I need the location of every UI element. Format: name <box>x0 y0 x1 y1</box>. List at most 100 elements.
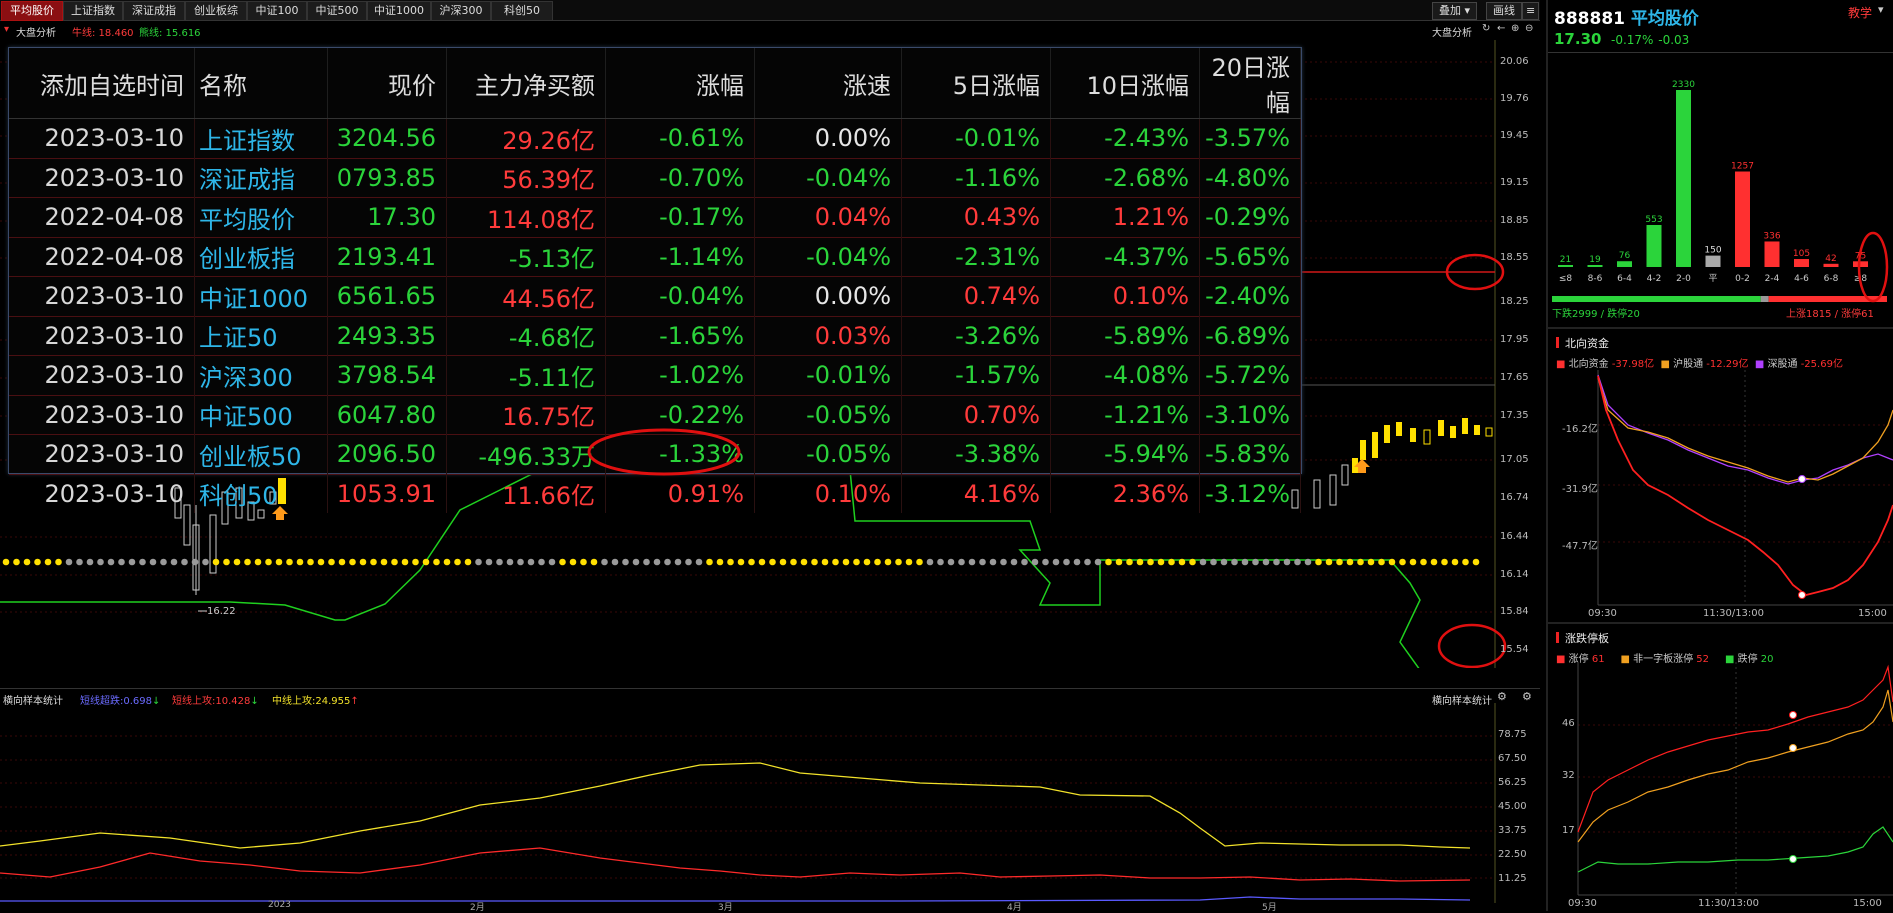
signal-dot <box>1304 558 1312 566</box>
bar-value-label: 553 <box>1645 215 1662 225</box>
signal-dot <box>1115 558 1123 566</box>
table-row[interactable]: 2022-04-08 平均股价 17.30 114.08亿 -0.17% 0.04% 0.4… <box>9 197 1301 237</box>
change-5d-cell: -0.01% <box>901 118 1051 158</box>
distribution-bar <box>1646 224 1662 267</box>
bar-value-label: 21 <box>1560 255 1571 265</box>
name-cell: 深证成指 <box>194 157 328 198</box>
tab-avg-price[interactable]: 平均股价 <box>1 1 63 21</box>
signal-dot <box>611 558 619 566</box>
tab-csi100[interactable]: 中证100 <box>247 1 307 21</box>
bar-value-label: 19 <box>1589 255 1601 265</box>
change-20d-cell: -6.89% <box>1199 315 1301 356</box>
change-20d-cell: -4.80% <box>1199 157 1301 198</box>
table-row[interactable]: 2022-04-08 创业板指 2193.41 -5.13亿 -1.14% -0.04% -… <box>9 236 1301 277</box>
signal-dot <box>181 558 188 566</box>
net-buy-cell: 44.56亿 <box>446 276 606 316</box>
signal-dot <box>1367 558 1375 566</box>
signal-dot <box>191 558 199 566</box>
tab-csi1000[interactable]: 中证1000 <box>367 1 431 21</box>
signal-dot <box>937 558 944 566</box>
limit-axis-label: 17 <box>1562 825 1575 836</box>
tab-star50[interactable]: 科创50 <box>491 1 553 21</box>
name-cell: 创业板50 <box>194 434 328 474</box>
price-cell: 3204.56 <box>327 118 447 158</box>
price-cell: 1053.91 <box>327 473 447 513</box>
table-row[interactable]: 2023-03-10 中证1000 6561.65 44.56亿 -0.04% 0.00%… <box>9 276 1301 316</box>
collapse-icon[interactable]: ▾ <box>4 24 9 35</box>
rise-fall-distribution-chart: 21 ≤8 19 8-6 76 6-4 553 4-2 2330 2-0 150 平 1257 0-2 33… <box>1552 80 1889 303</box>
speed-cell: 0.00% <box>754 118 902 158</box>
zoom-out-icon[interactable]: ⊖ <box>1525 23 1533 34</box>
low-price-label: 16.22 <box>207 606 236 617</box>
table-row[interactable]: 2023-03-10 上证指数 3204.56 29.26亿 -0.61% 0.00% -0… <box>9 118 1301 158</box>
change-10d-cell: -2.68% <box>1050 157 1200 198</box>
col-net-buy[interactable]: 主力净买额 <box>446 48 606 119</box>
change-5d-cell: 0.43% <box>901 197 1051 237</box>
right-side-panel: 888881 平均股价 教学 ▾ 17.30 -0.17% -0.03 21 ≤8… <box>1546 0 1893 911</box>
col-5d[interactable]: 5日涨幅 <box>901 48 1051 119</box>
signal-dot <box>832 558 839 566</box>
col-10d[interactable]: 10日涨幅 <box>1050 48 1200 119</box>
signal-dot <box>737 558 745 566</box>
zoom-in-icon[interactable]: ⊕ <box>1511 23 1519 34</box>
tab-hs300[interactable]: 沪深300 <box>431 1 491 21</box>
dropdown-icon[interactable]: ▾ <box>1878 3 1884 16</box>
signal-dot <box>65 558 73 566</box>
name-cell: 沪深300 <box>194 355 328 395</box>
signal-dot <box>559 558 566 566</box>
signal-dot <box>1462 558 1469 566</box>
table-row[interactable]: 2023-03-10 科创50 1053.91 11.66亿 0.91% 0.10% 4.1… <box>9 473 1301 513</box>
col-added-time[interactable]: 添加自选时间 <box>9 48 195 119</box>
table-row[interactable]: 2023-03-10 沪深300 3798.54 -5.11亿 -1.02% -0.01%… <box>9 355 1301 395</box>
change-20d-cell: -0.29% <box>1199 197 1301 237</box>
table-row[interactable]: 2023-03-10 深证成指 0793.85 56.39亿 -0.70% -0.04% -… <box>9 157 1301 198</box>
tab-csi500[interactable]: 中证500 <box>307 1 367 21</box>
table-row[interactable]: 2023-03-10 上证50 2493.35 -4.68亿 -1.65% 0.03% -3… <box>9 315 1301 356</box>
signal-dot <box>853 558 860 566</box>
col-speed[interactable]: 涨速 <box>754 48 902 119</box>
limit-time-label: 11:30/13:00 <box>1698 898 1760 909</box>
col-change[interactable]: 涨幅 <box>605 48 755 119</box>
change-20d-cell: -5.72% <box>1199 355 1301 395</box>
name-cell: 中证500 <box>194 394 328 435</box>
watchlist-overlay-table[interactable]: 添加自选时间 名称 现价 主力净买额 涨幅 涨速 5日涨幅 10日涨幅 20日涨… <box>8 47 1302 513</box>
signal-dot <box>1451 558 1459 566</box>
signal-dot <box>926 558 934 566</box>
settings-icon-2[interactable]: ⚙ <box>1522 690 1532 703</box>
menu-icon[interactable]: ≡ <box>1522 2 1540 20</box>
back-icon[interactable]: ← <box>1497 23 1505 34</box>
name-cell: 科创50 <box>194 473 328 513</box>
tab-chinext[interactable]: 创业板综 <box>185 1 247 21</box>
signal-dot <box>548 558 556 566</box>
bar-category-label: 4-6 <box>1794 274 1809 284</box>
col-name[interactable]: 名称 <box>194 48 328 119</box>
change-cell: 0.91% <box>605 473 755 513</box>
sample-stat-panel[interactable]: 横向样本统计 短线超跌:0.698↓ 短线上攻:10.428↓ 中线上攻:24.… <box>0 688 1540 913</box>
refresh-icon[interactable]: ↻ <box>1482 23 1490 34</box>
distribution-bar <box>1676 90 1691 267</box>
overlay-button[interactable]: 叠加 ▾ <box>1432 2 1478 20</box>
signal-dot <box>905 558 913 566</box>
tab-shenzhen[interactable]: 深证成指 <box>123 1 185 21</box>
change-cell: -1.65% <box>605 315 755 356</box>
added-time-cell: 2023-03-10 <box>9 434 195 474</box>
col-20d[interactable]: 20日涨幅 <box>1199 48 1301 119</box>
settings-icon[interactable]: ⚙ <box>1497 690 1507 703</box>
signal-dot <box>34 558 41 566</box>
signal-dot <box>1294 558 1301 566</box>
signal-dot <box>1252 558 1259 566</box>
signal-dot <box>622 558 629 566</box>
tab-shanghai[interactable]: 上证指数 <box>63 1 123 21</box>
signal-dot <box>1021 558 1028 566</box>
draw-button[interactable]: 画线 <box>1486 2 1522 20</box>
col-price[interactable]: 现价 <box>327 48 447 119</box>
teach-link[interactable]: 教学 <box>1848 4 1872 21</box>
signal-dot <box>1220 558 1228 566</box>
signal-dot <box>454 558 461 566</box>
net-buy-cell: -5.11亿 <box>446 355 606 395</box>
signal-dot <box>1157 558 1165 566</box>
signal-dot <box>1357 558 1364 566</box>
net-buy-cell: 114.08亿 <box>446 197 606 237</box>
distribution-bar <box>1587 265 1603 267</box>
signal-dot <box>779 558 787 566</box>
